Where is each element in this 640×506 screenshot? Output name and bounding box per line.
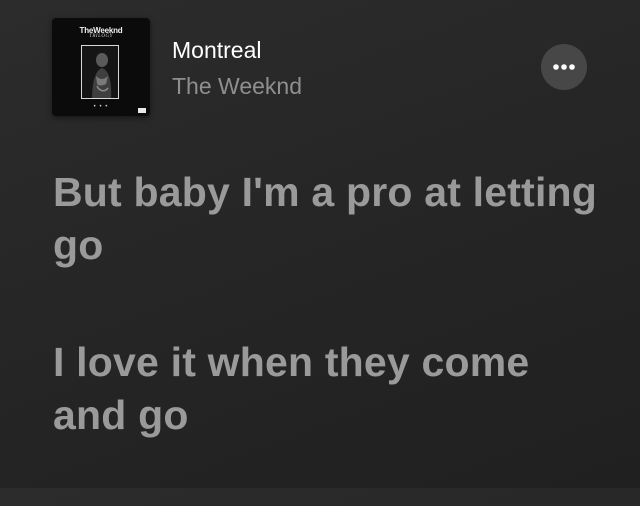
album-artwork[interactable]: TheWeeknd TRILOGY • • • [52, 18, 150, 116]
artwork-album-text: TRILOGY [89, 34, 113, 39]
song-title[interactable]: Montreal [172, 37, 261, 63]
ellipsis-icon [553, 64, 575, 70]
more-options-button[interactable] [541, 44, 587, 90]
lyrics-view: But baby I'm a pro at letting go I love … [53, 166, 613, 506]
now-playing-header: TheWeeknd TRILOGY • • • Montreal The Wee… [52, 18, 588, 118]
artwork-figure-icon [82, 46, 118, 98]
parental-advisory-icon [138, 108, 146, 113]
artwork-dots: • • • [93, 104, 109, 110]
lyric-line[interactable]: I love it when they come and go [53, 336, 613, 442]
song-artist[interactable]: The Weeknd [172, 73, 302, 99]
lyric-line[interactable]: But baby I'm a pro at letting go [53, 166, 613, 272]
artwork-photo [81, 45, 119, 99]
